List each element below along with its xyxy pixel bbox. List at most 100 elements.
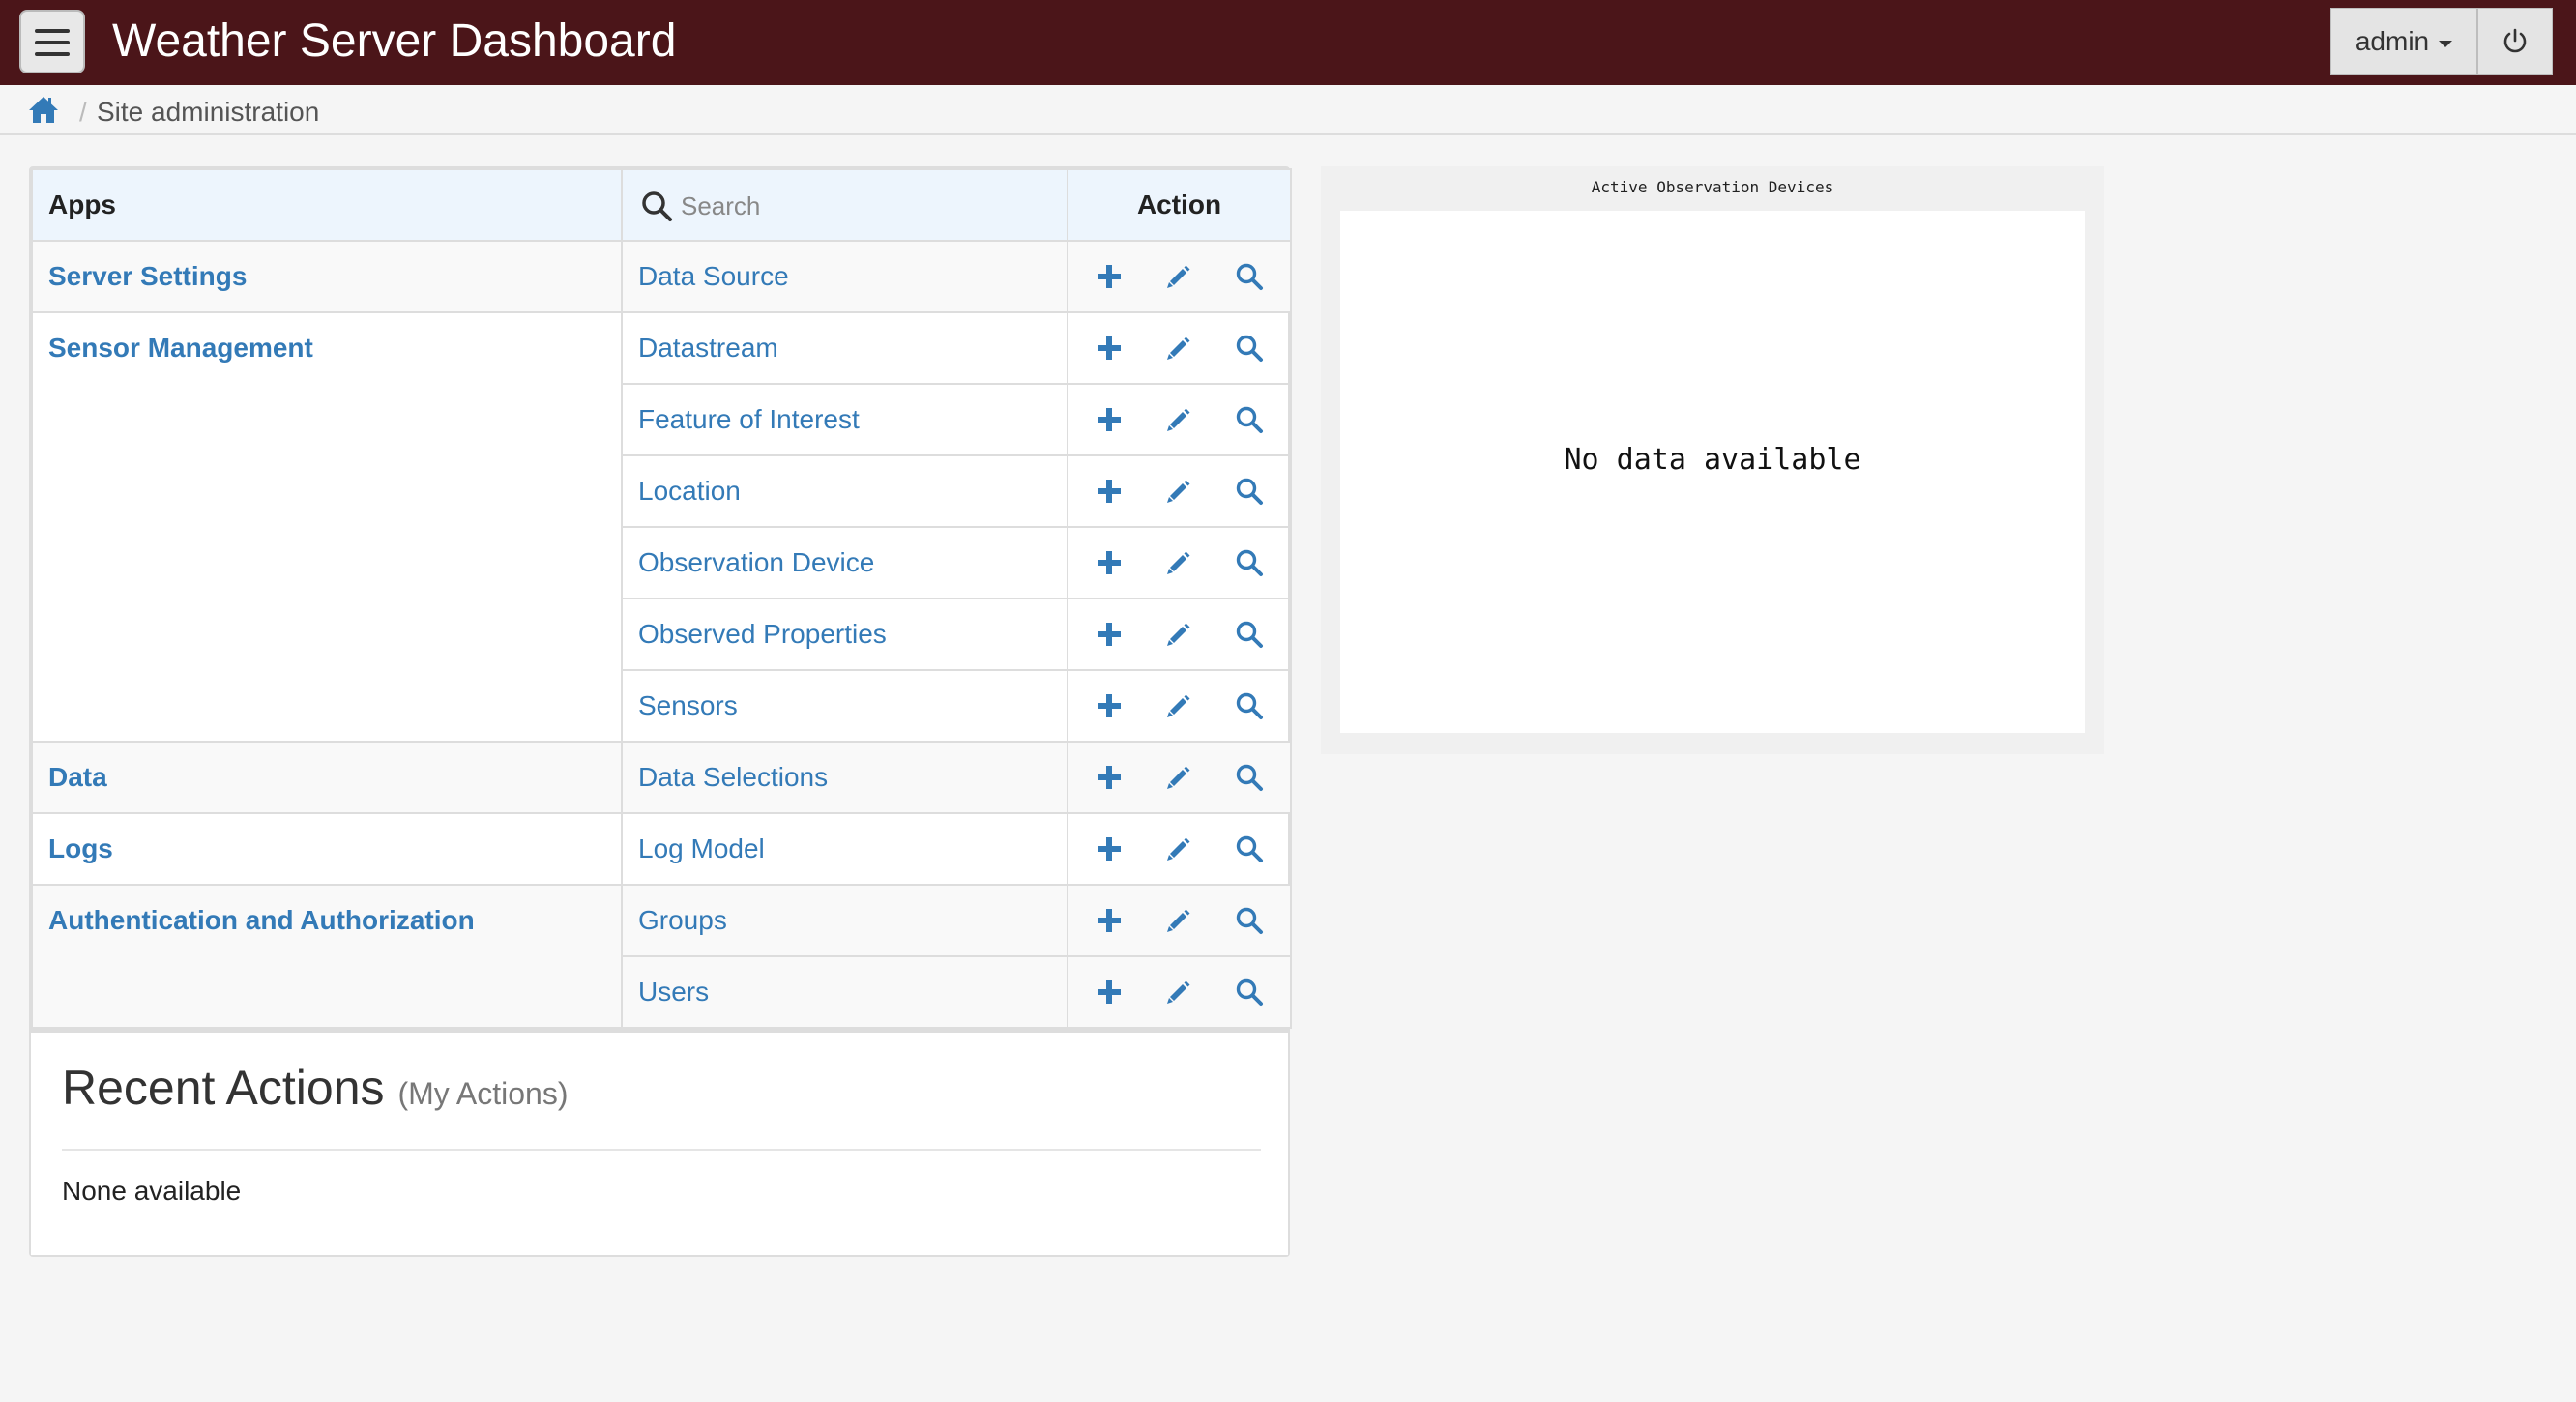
pencil-icon[interactable] (1159, 543, 1198, 582)
pencil-icon[interactable] (1159, 257, 1198, 296)
app-cell: Authentication and Authorization (31, 884, 623, 1029)
model-cell: Sensors (621, 669, 1068, 743)
pencil-icon[interactable] (1159, 758, 1198, 797)
search-header-cell (621, 168, 1068, 242)
search-icon[interactable] (1230, 686, 1269, 725)
recent-actions-subtitle: (My Actions) (397, 1076, 569, 1111)
app-link-sensor-management[interactable]: Sensor Management (48, 333, 313, 363)
table-row: Logs Log Model (31, 812, 1292, 886)
search-icon[interactable] (1230, 973, 1269, 1011)
plus-icon[interactable] (1090, 973, 1128, 1011)
pencil-icon[interactable] (1159, 472, 1198, 511)
action-cell (1067, 454, 1292, 528)
recent-actions-heading: Recent Actions (My Actions) (62, 1060, 568, 1116)
action-cell (1067, 240, 1292, 313)
app-cell: Data (31, 741, 623, 814)
chart-title: Active Observation Devices (1591, 178, 1834, 196)
app-link-logs[interactable]: Logs (48, 833, 113, 863)
app-link-data[interactable]: Data (48, 762, 107, 792)
plus-icon[interactable] (1090, 901, 1128, 940)
model-link-data-source[interactable]: Data Source (638, 261, 789, 291)
plus-icon[interactable] (1090, 686, 1128, 725)
power-icon (2503, 28, 2527, 53)
model-link-location[interactable]: Location (638, 476, 741, 506)
app-title[interactable]: Weather Server Dashboard (112, 14, 676, 70)
plus-icon[interactable] (1090, 830, 1128, 868)
plus-icon[interactable] (1090, 400, 1128, 439)
search-icon[interactable] (1230, 257, 1269, 296)
column-header-apps: Apps (31, 168, 623, 242)
action-cell (1067, 741, 1292, 814)
model-link-observation-device[interactable]: Observation Device (638, 547, 874, 577)
search-icon (642, 191, 672, 221)
home-icon[interactable] (27, 94, 60, 125)
model-link-feature-of-interest[interactable]: Feature of Interest (638, 404, 860, 434)
divider (62, 1149, 1261, 1151)
logout-button[interactable] (2477, 8, 2553, 75)
search-icon[interactable] (1230, 400, 1269, 439)
search-icon[interactable] (1230, 901, 1269, 940)
model-link-users[interactable]: Users (638, 977, 709, 1007)
table-row: Sensor Management Datastream (31, 311, 1292, 743)
breadcrumb-current: Site administration (97, 97, 320, 127)
apps-table-body: Server Settings Data Source Sensor Manag… (31, 240, 1292, 1029)
model-link-observed-properties[interactable]: Observed Properties (638, 619, 887, 649)
model-link-datastream[interactable]: Datastream (638, 333, 778, 363)
pencil-icon[interactable] (1159, 830, 1198, 868)
hamburger-icon-bar (35, 52, 70, 56)
model-link-sensors[interactable]: Sensors (638, 690, 738, 720)
app-link-authentication[interactable]: Authentication and Authorization (48, 905, 475, 935)
model-cell: Observed Properties (621, 598, 1068, 671)
app-cell: Server Settings (31, 240, 623, 313)
model-link-groups[interactable]: Groups (638, 905, 727, 935)
app-link-server-settings[interactable]: Server Settings (48, 261, 247, 291)
user-name: admin (2355, 26, 2430, 56)
model-cell: Location (621, 454, 1068, 528)
plus-icon[interactable] (1090, 543, 1128, 582)
action-cell (1067, 311, 1292, 385)
pencil-icon[interactable] (1159, 329, 1198, 367)
plus-icon[interactable] (1090, 329, 1128, 367)
action-cell (1067, 955, 1292, 1029)
app-cell: Logs (31, 812, 623, 886)
apps-table: Apps Action Server Settings Data Source (31, 168, 1292, 1029)
action-cell (1067, 884, 1292, 957)
action-cell (1067, 669, 1292, 743)
pencil-icon[interactable] (1159, 686, 1198, 725)
recent-actions-panel: Recent Actions (My Actions) None availab… (31, 1029, 1288, 1255)
search-icon[interactable] (1230, 758, 1269, 797)
plus-icon[interactable] (1090, 758, 1128, 797)
search-icon[interactable] (1230, 543, 1269, 582)
model-link-data-selections[interactable]: Data Selections (638, 762, 828, 792)
action-cell (1067, 526, 1292, 599)
model-link-log-model[interactable]: Log Model (638, 833, 765, 863)
search-icon[interactable] (1230, 830, 1269, 868)
table-row: Server Settings Data Source (31, 240, 1292, 313)
user-menu-button[interactable]: admin (2330, 8, 2477, 75)
active-devices-chart-panel: Active Observation Devices No data avail… (1321, 166, 2104, 754)
model-cell: Data Source (621, 240, 1068, 313)
search-input[interactable] (681, 188, 1029, 224)
hamburger-icon-bar (35, 29, 70, 33)
model-cell: Feature of Interest (621, 383, 1068, 456)
pencil-icon[interactable] (1159, 973, 1198, 1011)
search-icon[interactable] (1230, 615, 1269, 654)
pencil-icon[interactable] (1159, 901, 1198, 940)
menu-toggle-button[interactable] (19, 10, 85, 73)
search-icon[interactable] (1230, 472, 1269, 511)
chart-area: No data available (1340, 211, 2085, 733)
pencil-icon[interactable] (1159, 400, 1198, 439)
model-cell: Observation Device (621, 526, 1068, 599)
plus-icon[interactable] (1090, 472, 1128, 511)
app-cell: Sensor Management (31, 311, 623, 743)
model-cell: Log Model (621, 812, 1068, 886)
action-cell (1067, 812, 1292, 886)
plus-icon[interactable] (1090, 615, 1128, 654)
model-cell: Users (621, 955, 1068, 1029)
table-row: Authentication and Authorization Groups (31, 884, 1292, 1029)
search-icon[interactable] (1230, 329, 1269, 367)
pencil-icon[interactable] (1159, 615, 1198, 654)
caret-down-icon (2439, 40, 2453, 47)
plus-icon[interactable] (1090, 257, 1128, 296)
breadcrumb: / Site administration (0, 85, 2576, 135)
